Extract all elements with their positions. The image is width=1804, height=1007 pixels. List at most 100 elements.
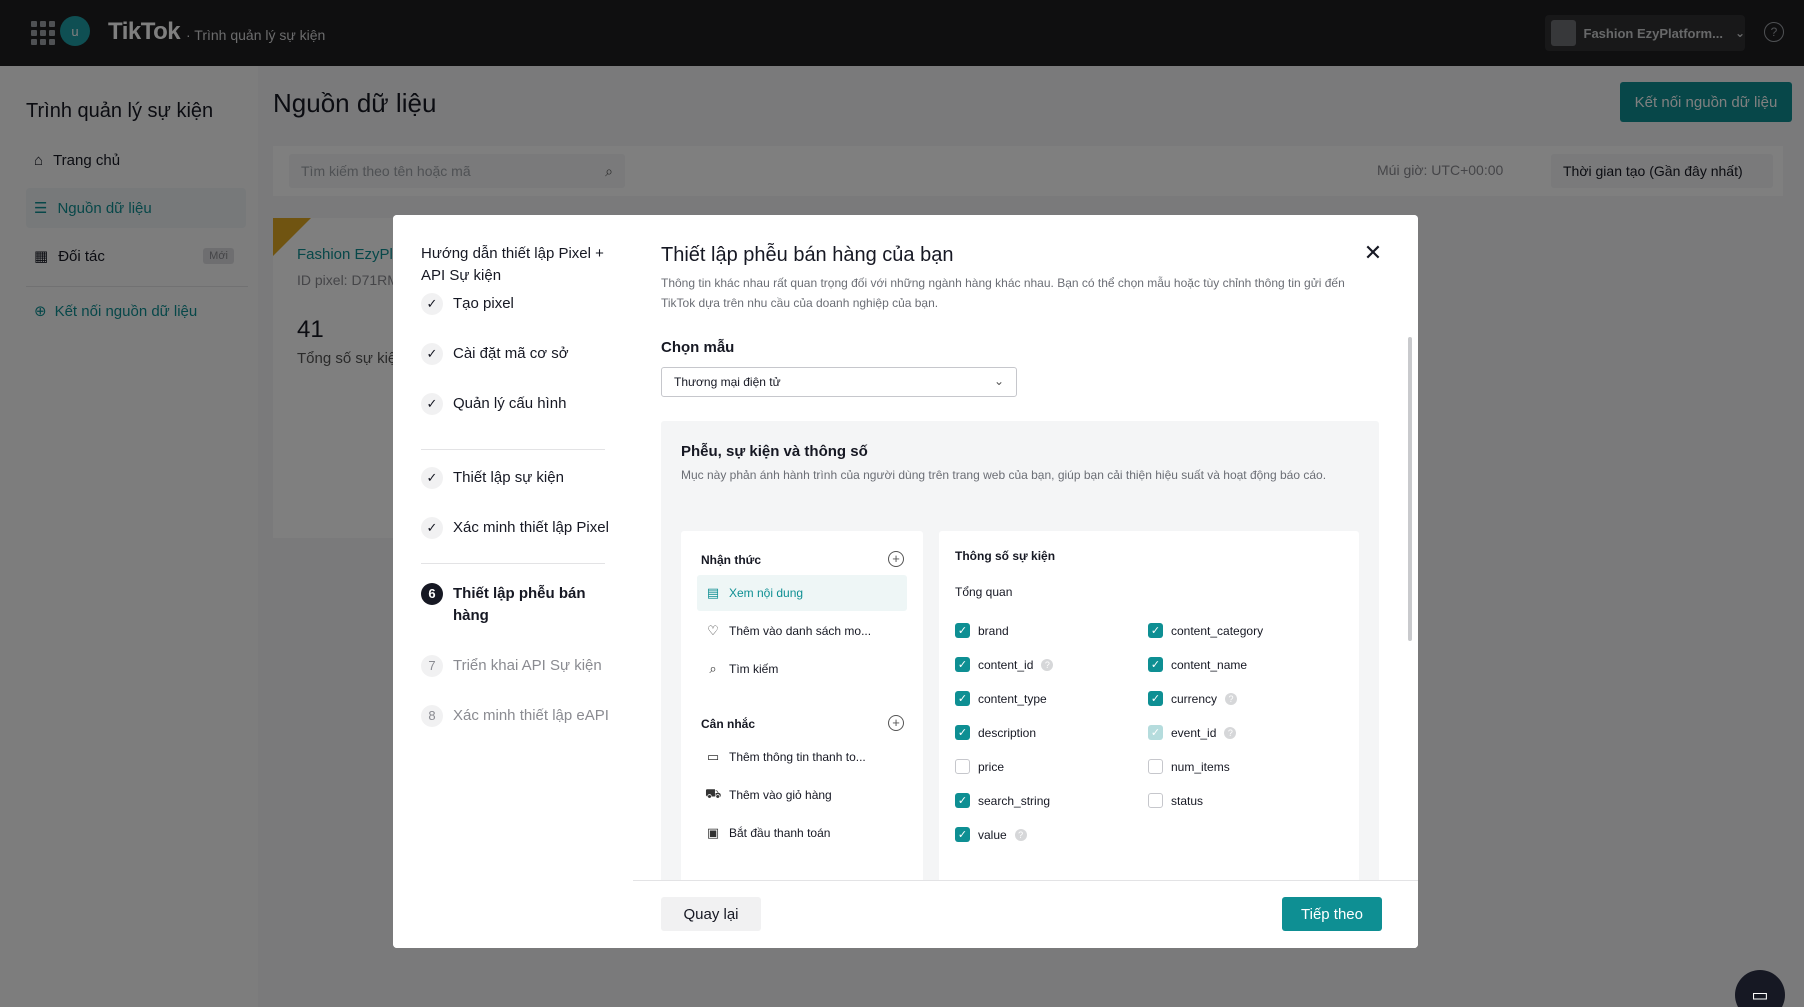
add-event-icon[interactable]: + bbox=[888, 715, 904, 731]
step-verify-eapi: 8 Xác minh thiết lập eAPI bbox=[421, 705, 621, 727]
step-label: Triển khai API Sự kiện bbox=[453, 657, 602, 674]
param-label: content_name bbox=[1171, 657, 1248, 672]
step-deploy-events-api: 7 Triển khai API Sự kiện bbox=[421, 655, 621, 677]
modal-content: Thiết lập phễu bán hàng của bạn ✕ Thông … bbox=[633, 215, 1418, 948]
step-create-pixel: ✓ Tạo pixel bbox=[421, 293, 621, 315]
event-label: Thêm vào danh sách mo... bbox=[729, 624, 872, 638]
param-label: value bbox=[978, 827, 1007, 842]
step-label: Cài đặt mã cơ sở bbox=[453, 345, 569, 362]
param-status[interactable]: status bbox=[1148, 793, 1203, 808]
param-checkbox[interactable]: ✓ bbox=[1148, 691, 1163, 706]
event-item[interactable]: ▭ Thêm thông tin thanh to... bbox=[697, 739, 907, 775]
param-content-name[interactable]: ✓ content_name bbox=[1148, 657, 1247, 672]
funnel-title: Phễu, sự kiện và thông số bbox=[681, 443, 868, 460]
steps-divider bbox=[421, 563, 605, 564]
event-label: Bắt đầu thanh toán bbox=[729, 826, 831, 840]
step-label: Xác minh thiết lập eAPI bbox=[453, 707, 609, 724]
check-icon: ✓ bbox=[421, 393, 443, 415]
param-label: description bbox=[978, 725, 1037, 740]
param-price[interactable]: price bbox=[955, 759, 1004, 774]
param-content-id[interactable]: ✓ content_id? bbox=[955, 657, 1054, 672]
check-icon: ✓ bbox=[421, 343, 443, 365]
event-item[interactable]: ▣ Bắt đầu thanh toán bbox=[697, 815, 907, 851]
param-checkbox[interactable]: ✓ bbox=[1148, 623, 1163, 638]
step-setup-funnel: 6 Thiết lập phễu bán hàng bbox=[421, 583, 591, 627]
param-content-type[interactable]: ✓ content_type bbox=[955, 691, 1047, 706]
param-description[interactable]: ✓ description bbox=[955, 725, 1036, 740]
template-select[interactable]: Thương mại điện tử ⌄ bbox=[661, 367, 1017, 397]
step-label: Thiết lập phễu bán hàng bbox=[453, 585, 586, 624]
group-title-awareness: Nhận thức bbox=[701, 553, 762, 567]
heart-icon: ♡ bbox=[707, 623, 719, 638]
step-setup-events: ✓ Thiết lập sự kiện bbox=[421, 467, 621, 489]
funnel-description: Mục này phản ánh hành trình của người dù… bbox=[681, 468, 1327, 482]
back-button[interactable]: Quay lại bbox=[661, 897, 761, 931]
template-value: Thương mại điện tử bbox=[674, 375, 781, 389]
modal-description: Thông tin khác nhau rất quan trọng đối v… bbox=[661, 276, 1345, 310]
step-install-base-code: ✓ Cài đặt mã cơ sở bbox=[421, 343, 621, 365]
event-params-panel: Thông số sự kiện Tổng quan ✓ brand ✓ conten… bbox=[939, 531, 1359, 931]
param-checkbox[interactable]: ✓ bbox=[955, 657, 970, 672]
param-checkbox[interactable]: ✓ bbox=[955, 725, 970, 740]
param-checkbox[interactable] bbox=[1148, 759, 1163, 774]
step-manage-config: ✓ Quản lý cấu hình bbox=[421, 393, 621, 415]
param-label: status bbox=[1171, 793, 1204, 808]
step-number-badge: 6 bbox=[421, 583, 443, 605]
param-checkbox[interactable]: ✓ bbox=[1148, 657, 1163, 672]
event-item[interactable]: ♡ Thêm vào danh sách mo... bbox=[697, 613, 907, 649]
param-checkbox[interactable]: ✓ bbox=[955, 623, 970, 638]
event-label: Thêm thông tin thanh to... bbox=[729, 750, 866, 764]
check-icon: ✓ bbox=[421, 293, 443, 315]
content-view-icon: ▤ bbox=[706, 585, 720, 600]
step-label: Quản lý cấu hình bbox=[453, 395, 567, 412]
param-checkbox[interactable]: ✓ bbox=[955, 827, 970, 842]
param-checkbox[interactable]: ✓ bbox=[1148, 725, 1163, 740]
help-icon[interactable]: ? bbox=[1041, 658, 1054, 671]
event-item[interactable]: ⌕ Tìm kiếm bbox=[697, 651, 907, 687]
payment-icon: ▣ bbox=[706, 825, 720, 840]
event-list-panel: Nhận thức + ▤ Xem nội dung ♡ Thêm vào da… bbox=[681, 531, 923, 931]
param-search-string[interactable]: ✓ search_string bbox=[955, 793, 1050, 808]
modal-footer: Quay lại Tiếp theo bbox=[633, 880, 1418, 948]
clipboard-icon: ▭ bbox=[706, 749, 720, 764]
param-label: content_category bbox=[1171, 623, 1264, 638]
step-label: Tạo pixel bbox=[453, 295, 514, 312]
modal-scrollbar[interactable] bbox=[1408, 337, 1412, 641]
param-label: brand bbox=[978, 623, 1009, 638]
step-label: Thiết lập sự kiện bbox=[453, 469, 564, 486]
param-label: num_items bbox=[1171, 759, 1230, 774]
param-checkbox[interactable] bbox=[955, 759, 970, 774]
next-button[interactable]: Tiếp theo bbox=[1282, 897, 1382, 931]
step-number-badge: 7 bbox=[421, 655, 443, 677]
template-label: Chọn mẫu bbox=[661, 339, 735, 356]
param-label: search_string bbox=[978, 793, 1051, 808]
add-event-icon[interactable]: + bbox=[888, 551, 904, 567]
setup-steps-panel: Hướng dẫn thiết lập Pixel + API Sự kiện … bbox=[393, 215, 633, 948]
check-icon: ✓ bbox=[421, 467, 443, 489]
param-label: content_id bbox=[978, 657, 1034, 672]
setup-funnel-modal: Hướng dẫn thiết lập Pixel + API Sự kiện … bbox=[393, 215, 1418, 948]
step-verify-pixel: ✓ Xác minh thiết lập Pixel bbox=[421, 517, 621, 539]
param-brand[interactable]: ✓ brand bbox=[955, 623, 1009, 638]
search-icon: ⌕ bbox=[709, 661, 717, 676]
help-icon[interactable]: ? bbox=[1014, 828, 1027, 841]
param-event-id[interactable]: ✓ event_id? bbox=[1148, 725, 1237, 740]
event-label: Xem nội dung bbox=[729, 586, 804, 600]
step-label: Xác minh thiết lập Pixel bbox=[453, 519, 609, 536]
param-checkbox[interactable] bbox=[1148, 793, 1163, 808]
help-icon[interactable]: ? bbox=[1224, 726, 1237, 739]
param-label: event_id bbox=[1171, 725, 1217, 740]
params-title: Thông số sự kiện bbox=[955, 549, 1056, 563]
param-content-category[interactable]: ✓ content_category bbox=[1148, 623, 1263, 638]
help-icon[interactable]: ? bbox=[1225, 692, 1238, 705]
chevron-down-icon: ⌄ bbox=[993, 374, 1004, 388]
funnel-section: Phễu, sự kiện và thông số Mục này phản á… bbox=[661, 421, 1379, 931]
event-item[interactable]: ▤ Xem nội dung bbox=[697, 575, 907, 611]
param-num-items[interactable]: num_items bbox=[1148, 759, 1230, 774]
param-value[interactable]: ✓ value? bbox=[955, 827, 1027, 842]
event-item[interactable]: ⛟ Thêm vào giỏ hàng bbox=[697, 777, 907, 813]
close-icon[interactable]: ✕ bbox=[1361, 241, 1385, 265]
param-currency[interactable]: ✓ currency? bbox=[1148, 691, 1238, 706]
param-checkbox[interactable]: ✓ bbox=[955, 793, 970, 808]
param-checkbox[interactable]: ✓ bbox=[955, 691, 970, 706]
